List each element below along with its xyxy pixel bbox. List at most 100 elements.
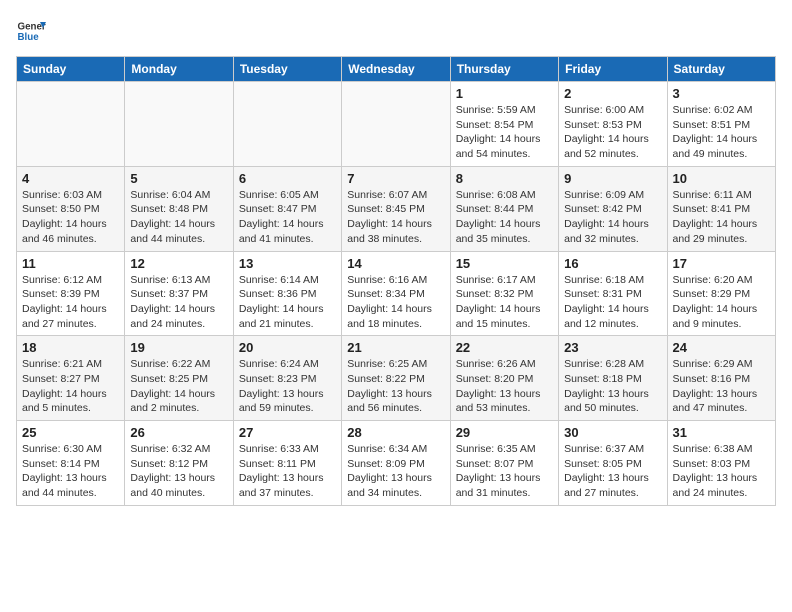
day-info: Sunrise: 6:32 AMSunset: 8:12 PMDaylight:…: [130, 442, 227, 501]
day-info: Sunrise: 6:37 AMSunset: 8:05 PMDaylight:…: [564, 442, 661, 501]
calendar-cell: 16 Sunrise: 6:18 AMSunset: 8:31 PMDayligh…: [559, 251, 667, 336]
calendar-cell: 15 Sunrise: 6:17 AMSunset: 8:32 PMDayligh…: [450, 251, 558, 336]
calendar-header-friday: Friday: [559, 57, 667, 82]
day-info: Sunrise: 6:25 AMSunset: 8:22 PMDaylight:…: [347, 357, 444, 416]
calendar-cell: 6 Sunrise: 6:05 AMSunset: 8:47 PMDaylight…: [233, 166, 341, 251]
calendar-header-wednesday: Wednesday: [342, 57, 450, 82]
calendar-table: SundayMondayTuesdayWednesdayThursdayFrid…: [16, 56, 776, 506]
calendar-cell: 23 Sunrise: 6:28 AMSunset: 8:18 PMDayligh…: [559, 336, 667, 421]
day-info: Sunrise: 6:33 AMSunset: 8:11 PMDaylight:…: [239, 442, 336, 501]
day-number: 5: [130, 171, 227, 186]
day-info: Sunrise: 6:29 AMSunset: 8:16 PMDaylight:…: [673, 357, 770, 416]
calendar-cell: 18 Sunrise: 6:21 AMSunset: 8:27 PMDayligh…: [17, 336, 125, 421]
day-info: Sunrise: 6:20 AMSunset: 8:29 PMDaylight:…: [673, 273, 770, 332]
calendar-cell: 27 Sunrise: 6:33 AMSunset: 8:11 PMDayligh…: [233, 421, 341, 506]
day-number: 31: [673, 425, 770, 440]
day-info: Sunrise: 6:26 AMSunset: 8:20 PMDaylight:…: [456, 357, 553, 416]
day-info: Sunrise: 6:12 AMSunset: 8:39 PMDaylight:…: [22, 273, 119, 332]
calendar-header-monday: Monday: [125, 57, 233, 82]
calendar-header-saturday: Saturday: [667, 57, 775, 82]
calendar-cell: 14Sunrise: 6:16 AMSunset: 8:34 PMDayligh…: [342, 251, 450, 336]
logo-icon: General Blue: [16, 16, 46, 46]
day-info: Sunrise: 6:18 AMSunset: 8:31 PMDaylight:…: [564, 273, 661, 332]
day-number: 12: [130, 256, 227, 271]
calendar-header-tuesday: Tuesday: [233, 57, 341, 82]
calendar-cell: 30 Sunrise: 6:37 AMSunset: 8:05 PMDayligh…: [559, 421, 667, 506]
day-info: Sunrise: 6:22 AMSunset: 8:25 PMDaylight:…: [130, 357, 227, 416]
calendar-week-4: 18 Sunrise: 6:21 AMSunset: 8:27 PMDayligh…: [17, 336, 776, 421]
day-info: Sunrise: 6:28 AMSunset: 8:18 PMDaylight:…: [564, 357, 661, 416]
calendar-cell: 29 Sunrise: 6:35 AMSunset: 8:07 PMDayligh…: [450, 421, 558, 506]
calendar-cell: 12 Sunrise: 6:13 AMSunset: 8:37 PMDayligh…: [125, 251, 233, 336]
calendar-cell: 2Sunrise: 6:00 AMSunset: 8:53 PMDaylight…: [559, 82, 667, 167]
calendar-cell: 11 Sunrise: 6:12 AMSunset: 8:39 PMDayligh…: [17, 251, 125, 336]
day-info: Sunrise: 6:24 AMSunset: 8:23 PMDaylight:…: [239, 357, 336, 416]
day-number: 29: [456, 425, 553, 440]
day-info: Sunrise: 6:09 AMSunset: 8:42 PMDaylight:…: [564, 188, 661, 247]
calendar-cell: [17, 82, 125, 167]
calendar-cell: [233, 82, 341, 167]
calendar-cell: 22 Sunrise: 6:26 AMSunset: 8:20 PMDayligh…: [450, 336, 558, 421]
day-info: Sunrise: 6:34 AMSunset: 8:09 PMDaylight:…: [347, 442, 444, 501]
day-info: Sunrise: 6:03 AMSunset: 8:50 PMDaylight:…: [22, 188, 119, 247]
day-number: 20: [239, 340, 336, 355]
day-number: 21: [347, 340, 444, 355]
day-number: 9: [564, 171, 661, 186]
logo: General Blue: [16, 16, 46, 46]
day-info: Sunrise: 6:21 AMSunset: 8:27 PMDaylight:…: [22, 357, 119, 416]
day-number: 15: [456, 256, 553, 271]
calendar-cell: 31 Sunrise: 6:38 AMSunset: 8:03 PMDayligh…: [667, 421, 775, 506]
calendar-cell: 26 Sunrise: 6:32 AMSunset: 8:12 PMDayligh…: [125, 421, 233, 506]
day-info: Sunrise: 6:11 AMSunset: 8:41 PMDaylight:…: [673, 188, 770, 247]
day-number: 22: [456, 340, 553, 355]
day-number: 18: [22, 340, 119, 355]
day-number: 30: [564, 425, 661, 440]
calendar-cell: 13Sunrise: 6:14 AMSunset: 8:36 PMDayligh…: [233, 251, 341, 336]
page-header: General Blue: [16, 16, 776, 46]
day-info: Sunrise: 6:07 AMSunset: 8:45 PMDaylight:…: [347, 188, 444, 247]
calendar-header-row: SundayMondayTuesdayWednesdayThursdayFrid…: [17, 57, 776, 82]
day-info: Sunrise: 6:04 AMSunset: 8:48 PMDaylight:…: [130, 188, 227, 247]
day-number: 25: [22, 425, 119, 440]
day-info: Sunrise: 6:02 AMSunset: 8:51 PMDaylight:…: [673, 103, 770, 162]
day-number: 4: [22, 171, 119, 186]
day-info: Sunrise: 6:08 AMSunset: 8:44 PMDaylight:…: [456, 188, 553, 247]
calendar-cell: 25 Sunrise: 6:30 AMSunset: 8:14 PMDayligh…: [17, 421, 125, 506]
day-number: 1: [456, 86, 553, 101]
calendar-cell: 20 Sunrise: 6:24 AMSunset: 8:23 PMDayligh…: [233, 336, 341, 421]
calendar-cell: 28 Sunrise: 6:34 AMSunset: 8:09 PMDayligh…: [342, 421, 450, 506]
calendar-cell: 5 Sunrise: 6:04 AMSunset: 8:48 PMDaylight…: [125, 166, 233, 251]
day-number: 16: [564, 256, 661, 271]
day-number: 19: [130, 340, 227, 355]
calendar-cell: 21 Sunrise: 6:25 AMSunset: 8:22 PMDayligh…: [342, 336, 450, 421]
day-info: Sunrise: 6:17 AMSunset: 8:32 PMDaylight:…: [456, 273, 553, 332]
day-info: Sunrise: 6:05 AMSunset: 8:47 PMDaylight:…: [239, 188, 336, 247]
day-number: 27: [239, 425, 336, 440]
day-number: 14: [347, 256, 444, 271]
calendar-cell: 3 Sunrise: 6:02 AMSunset: 8:51 PMDaylight…: [667, 82, 775, 167]
day-number: 23: [564, 340, 661, 355]
day-number: 3: [673, 86, 770, 101]
day-number: 26: [130, 425, 227, 440]
calendar-cell: 8Sunrise: 6:08 AMSunset: 8:44 PMDaylight…: [450, 166, 558, 251]
day-info: Sunrise: 6:35 AMSunset: 8:07 PMDaylight:…: [456, 442, 553, 501]
calendar-cell: 1 Sunrise: 5:59 AMSunset: 8:54 PMDaylight…: [450, 82, 558, 167]
day-number: 7: [347, 171, 444, 186]
calendar-week-5: 25 Sunrise: 6:30 AMSunset: 8:14 PMDayligh…: [17, 421, 776, 506]
calendar-cell: [125, 82, 233, 167]
calendar-week-1: 1 Sunrise: 5:59 AMSunset: 8:54 PMDaylight…: [17, 82, 776, 167]
day-number: 28: [347, 425, 444, 440]
day-number: 11: [22, 256, 119, 271]
calendar-cell: 9 Sunrise: 6:09 AMSunset: 8:42 PMDaylight…: [559, 166, 667, 251]
day-number: 10: [673, 171, 770, 186]
calendar-cell: 4 Sunrise: 6:03 AMSunset: 8:50 PMDaylight…: [17, 166, 125, 251]
day-number: 6: [239, 171, 336, 186]
day-info: Sunrise: 6:30 AMSunset: 8:14 PMDaylight:…: [22, 442, 119, 501]
day-info: Sunrise: 5:59 AMSunset: 8:54 PMDaylight:…: [456, 103, 553, 162]
calendar-cell: 19 Sunrise: 6:22 AMSunset: 8:25 PMDayligh…: [125, 336, 233, 421]
calendar-cell: 17 Sunrise: 6:20 AMSunset: 8:29 PMDayligh…: [667, 251, 775, 336]
calendar-cell: 24Sunrise: 6:29 AMSunset: 8:16 PMDayligh…: [667, 336, 775, 421]
day-number: 17: [673, 256, 770, 271]
day-info: Sunrise: 6:13 AMSunset: 8:37 PMDaylight:…: [130, 273, 227, 332]
day-info: Sunrise: 6:38 AMSunset: 8:03 PMDaylight:…: [673, 442, 770, 501]
